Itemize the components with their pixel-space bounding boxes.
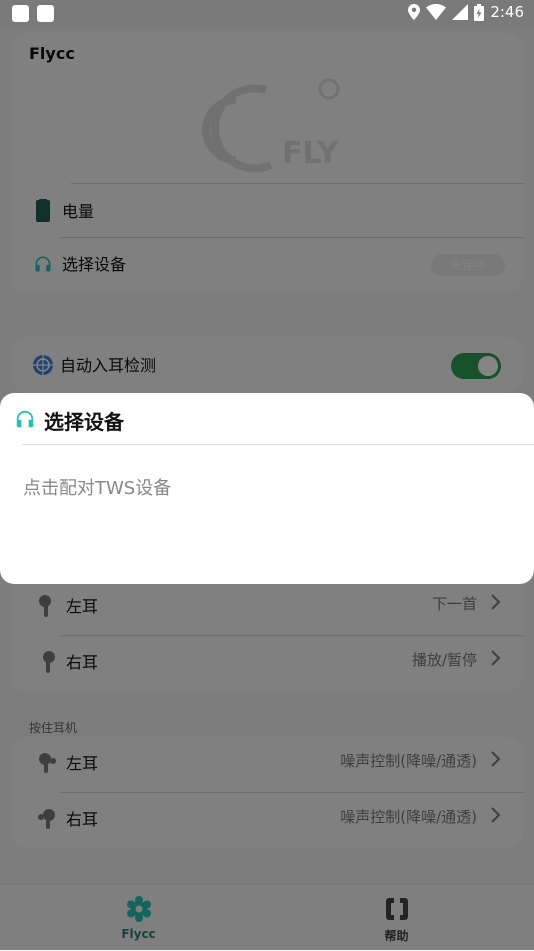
status-bar: 2:46: [0, 0, 534, 28]
notification-icon: [37, 5, 54, 22]
status-time: 2:46: [490, 3, 524, 21]
battery-icon: [474, 3, 485, 21]
select-device-dialog: 选择设备 点击配对TWS设备: [0, 393, 534, 584]
dialog-divider: [22, 444, 534, 445]
dialog-title: 选择设备: [44, 410, 124, 434]
wifi-icon: [426, 4, 447, 20]
notification-icon: [12, 5, 29, 22]
dialog-message[interactable]: 点击配对TWS设备: [23, 474, 171, 500]
signal-icon: [452, 4, 469, 20]
headphones-icon: [16, 410, 34, 428]
location-icon: [408, 4, 421, 20]
